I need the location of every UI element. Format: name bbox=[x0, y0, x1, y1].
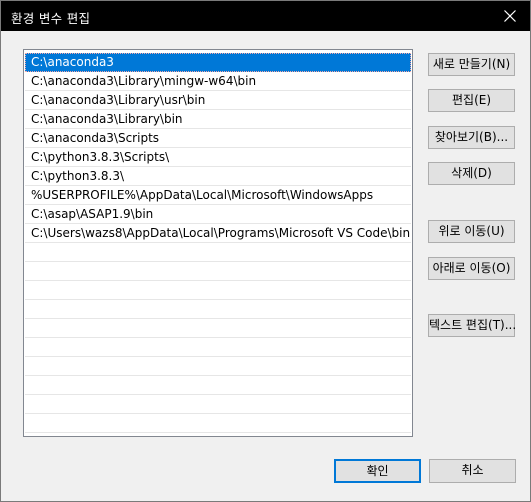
list-item-text: C:\anaconda3\Library\mingw-w64\bin bbox=[31, 74, 257, 88]
browse-button[interactable]: 찾아보기(B)... bbox=[428, 126, 515, 149]
list-item[interactable]: C:\python3.8.3\ bbox=[25, 167, 411, 186]
close-button[interactable] bbox=[490, 1, 530, 31]
title-bar[interactable]: 환경 변수 편집 bbox=[1, 1, 530, 31]
list-item-text: C:\anaconda3 bbox=[31, 55, 114, 69]
list-item-text: C:\anaconda3\Library\bin bbox=[31, 112, 183, 126]
list-item-text: %USERPROFILE%\AppData\Local\Microsoft\Wi… bbox=[31, 188, 374, 202]
list-item[interactable]: C:\asap\ASAP1.9\bin bbox=[25, 205, 411, 224]
list-item-empty[interactable] bbox=[25, 300, 411, 319]
list-item-empty[interactable] bbox=[25, 338, 411, 357]
list-item-text: C:\anaconda3\Library\usr\bin bbox=[31, 93, 206, 107]
list-item-empty[interactable] bbox=[25, 357, 411, 376]
edit-environment-variable-dialog: 환경 변수 편집 C:\anaconda3 C:\anaconda3\Librar… bbox=[0, 0, 531, 502]
list-item-text: C:\asap\ASAP1.9\bin bbox=[31, 207, 154, 221]
list-item-empty[interactable] bbox=[25, 395, 411, 414]
list-item[interactable]: C:\anaconda3\Library\bin bbox=[25, 110, 411, 129]
list-item-empty[interactable] bbox=[25, 243, 411, 262]
path-list[interactable]: C:\anaconda3 C:\anaconda3\Library\mingw-w… bbox=[23, 49, 413, 437]
list-item[interactable]: C:\anaconda3\Library\usr\bin bbox=[25, 91, 411, 110]
move-down-button[interactable]: 아래로 이동(O) bbox=[428, 257, 515, 280]
list-item-empty[interactable] bbox=[25, 376, 411, 395]
list-item-empty[interactable] bbox=[25, 262, 411, 281]
list-item[interactable]: C:\python3.8.3\Scripts\ bbox=[25, 148, 411, 167]
new-button[interactable]: 새로 만들기(N) bbox=[428, 53, 515, 76]
dialog-body: C:\anaconda3 C:\anaconda3\Library\mingw-w… bbox=[1, 31, 530, 501]
list-item-text: C:\python3.8.3\ bbox=[31, 169, 125, 183]
cancel-button[interactable]: 취소 bbox=[429, 459, 516, 483]
list-item[interactable]: C:\anaconda3\Scripts bbox=[25, 129, 411, 148]
delete-button[interactable]: 삭제(D) bbox=[428, 162, 515, 185]
list-item[interactable]: %USERPROFILE%\AppData\Local\Microsoft\Wi… bbox=[25, 186, 411, 205]
list-item-empty[interactable] bbox=[25, 281, 411, 300]
edit-button[interactable]: 편집(E) bbox=[428, 89, 515, 112]
list-item-empty[interactable] bbox=[25, 319, 411, 338]
list-item-text: C:\python3.8.3\Scripts\ bbox=[31, 150, 170, 164]
list-item-text: C:\Users\wazs8\AppData\Local\Programs\Mi… bbox=[31, 226, 411, 240]
list-item[interactable]: C:\anaconda3 bbox=[25, 53, 411, 72]
list-item[interactable]: C:\Users\wazs8\AppData\Local\Programs\Mi… bbox=[25, 224, 411, 243]
move-up-button[interactable]: 위로 이동(U) bbox=[428, 220, 515, 243]
close-icon bbox=[504, 10, 516, 22]
ok-button[interactable]: 확인 bbox=[334, 459, 421, 483]
edit-text-button[interactable]: 텍스트 편집(T)... bbox=[428, 314, 516, 337]
path-list-items: C:\anaconda3 C:\anaconda3\Library\mingw-w… bbox=[24, 50, 412, 433]
list-item-text: C:\anaconda3\Scripts bbox=[31, 131, 160, 145]
window-title: 환경 변수 편집 bbox=[11, 11, 91, 26]
list-item-empty[interactable] bbox=[25, 414, 411, 433]
list-item[interactable]: C:\anaconda3\Library\mingw-w64\bin bbox=[25, 72, 411, 91]
